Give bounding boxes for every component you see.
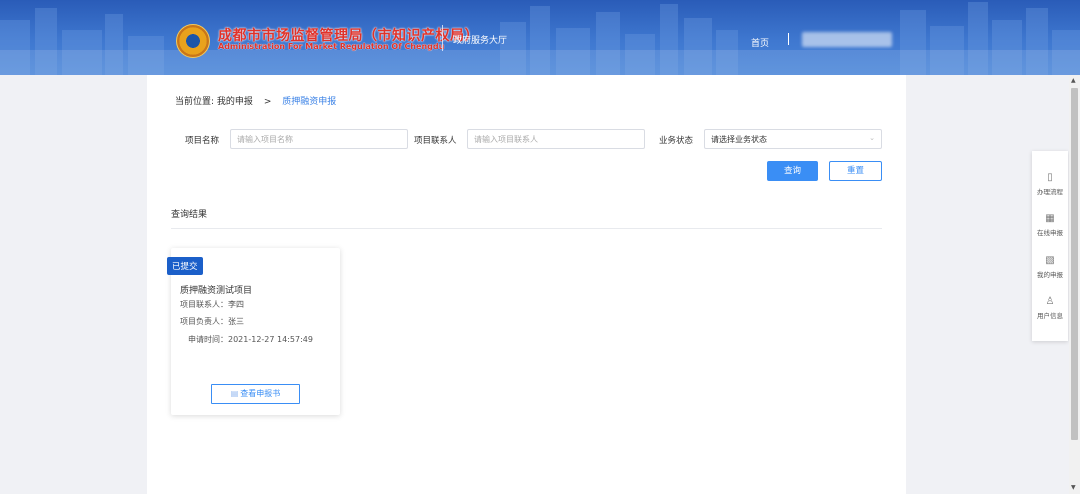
reset-button[interactable]: 重置: [829, 161, 882, 181]
view-application-button[interactable]: ▤ 查看申报书: [211, 384, 300, 404]
contact-input[interactable]: 请输入项目联系人: [467, 129, 645, 149]
status-select[interactable]: 请选择业务状态 ⌄: [704, 129, 882, 149]
scroll-up-arrow-icon[interactable]: ▲: [1071, 77, 1076, 84]
bureau-emblem-icon[interactable]: [176, 24, 210, 58]
sidebar-item-label: 用户信息: [1037, 312, 1063, 320]
top-header: 成都市市场监督管理局（市知识产权局） Administration For Ma…: [0, 0, 1080, 75]
card-owner: 项目负责人：张三: [180, 317, 244, 326]
application-card: 已提交 质押融资测试项目 项目联系人：李四 项目负责人：张三 申请时间：2021…: [167, 248, 340, 415]
sidebar-item-label: 在线申报: [1037, 229, 1063, 237]
main-panel: 当前位置: 我的申报 > 质押融资申报 项目名称 请输入项目名称 项目联系人 请…: [147, 75, 906, 494]
sidebar-item-my-apply[interactable]: ▧ 我的申报: [1032, 255, 1068, 279]
chevron-down-icon: ⌄: [869, 134, 875, 142]
results-title: 查询结果: [171, 210, 208, 220]
nav-divider: [788, 33, 789, 45]
document-icon: ▤: [230, 389, 239, 398]
document-icon: ▯: [1047, 172, 1053, 183]
breadcrumb-parent[interactable]: 我的申报: [217, 97, 253, 107]
logo-divider: [442, 25, 443, 51]
sidebar-item-label: 办理流程: [1037, 188, 1063, 196]
card-contact: 项目联系人：李四: [180, 300, 244, 309]
contact-label: 项目联系人: [414, 136, 457, 146]
sidebar-item-process[interactable]: ▯ 办理流程: [1032, 172, 1068, 196]
scrollbar-thumb[interactable]: [1071, 88, 1078, 440]
breadcrumb-prefix: 当前位置:: [175, 97, 215, 107]
view-application-label: 查看申报书: [240, 389, 281, 398]
card-apply-time: 申请时间：2021-12-27 14:57:49: [188, 335, 313, 344]
side-toolbar: ▯ 办理流程 ▦ 在线申报 ▧ 我的申报 ♙ 用户信息: [1032, 151, 1068, 341]
service-hall-label[interactable]: 政府服务大厅: [453, 33, 507, 46]
breadcrumb-separator: >: [263, 97, 272, 107]
user-name-blurred[interactable]: [802, 32, 892, 47]
user-icon: ♙: [1045, 296, 1055, 307]
org-name-en[interactable]: Administration For Market Regulation Of …: [218, 42, 444, 51]
project-name-input[interactable]: 请输入项目名称: [230, 129, 408, 149]
status-badge: 已提交: [167, 257, 203, 275]
sidebar-item-online-apply[interactable]: ▦ 在线申报: [1032, 213, 1068, 237]
nav-home-link[interactable]: 首页: [751, 36, 769, 49]
scroll-down-arrow-icon[interactable]: ▼: [1071, 484, 1076, 491]
city-skyline-banner: [0, 2, 1080, 75]
query-button[interactable]: 查询: [767, 161, 818, 181]
sidebar-item-user-info[interactable]: ♙ 用户信息: [1032, 296, 1068, 320]
status-label: 业务状态: [659, 136, 694, 146]
project-name-label: 项目名称: [185, 136, 220, 146]
breadcrumb: 当前位置: 我的申报 > 质押融资申报: [175, 94, 336, 107]
results-divider: [171, 228, 882, 229]
breadcrumb-current: 质押融资申报: [282, 97, 337, 107]
status-select-value: 请选择业务状态: [711, 135, 767, 144]
edit-document-icon: ▧: [1045, 255, 1055, 266]
form-icon: ▦: [1045, 213, 1055, 224]
card-project-title: 质押融资测试项目: [180, 286, 253, 296]
sidebar-item-label: 我的申报: [1037, 271, 1063, 279]
